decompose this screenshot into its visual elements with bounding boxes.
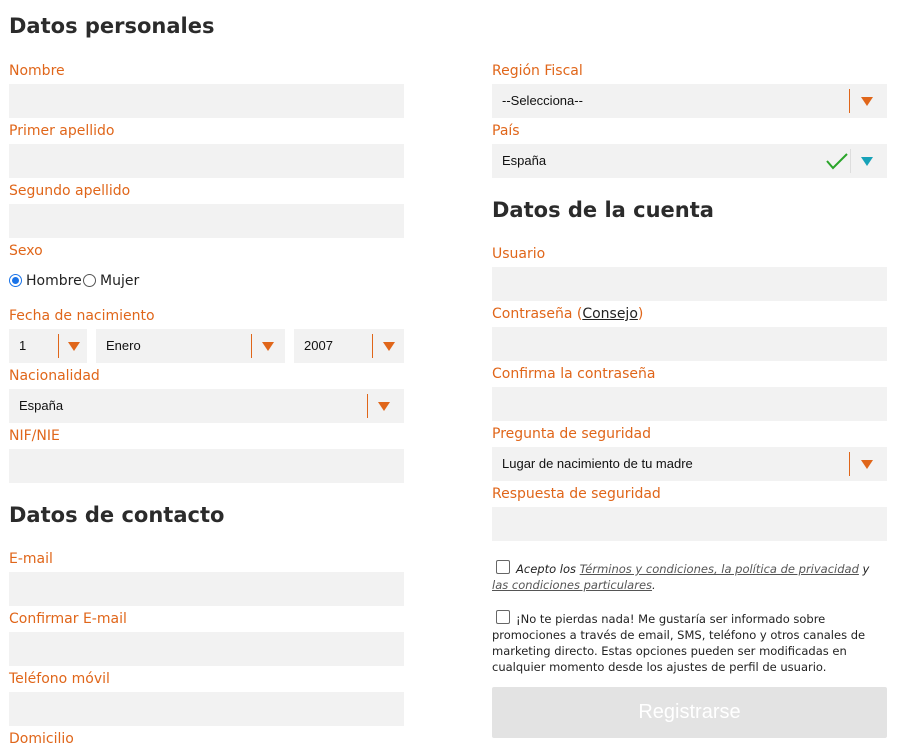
select-divider xyxy=(367,394,368,418)
select-divider xyxy=(58,334,59,358)
telefono-label: Teléfono móvil xyxy=(9,671,110,687)
select-divider xyxy=(251,334,252,358)
password-label-text: Contraseña ( xyxy=(492,306,583,322)
password-label: Contraseña (Consejo) xyxy=(492,306,643,322)
terms-acepto: Acepto los xyxy=(516,562,580,576)
telefono-input[interactable] xyxy=(9,692,404,726)
email-input[interactable] xyxy=(9,572,404,606)
mes-select[interactable]: Enero xyxy=(96,329,285,363)
anio-value: 2007 xyxy=(304,338,333,353)
select-divider xyxy=(850,149,851,173)
terms-link[interactable]: Términos y condiciones, la política de p… xyxy=(580,562,859,576)
terms-text: Acepto los Términos y condiciones, la po… xyxy=(492,561,882,593)
dia-select[interactable]: 1 xyxy=(9,329,87,363)
nif-label: NIF/NIE xyxy=(9,428,60,444)
pais-select[interactable]: España xyxy=(492,144,887,178)
select-divider xyxy=(849,452,850,476)
pais-label: País xyxy=(492,123,520,139)
respuesta-label: Respuesta de seguridad xyxy=(492,486,661,502)
email-confirm-label: Confirmar E-mail xyxy=(9,611,127,627)
apellido2-label: Segundo apellido xyxy=(9,183,131,199)
usuario-input[interactable] xyxy=(492,267,887,301)
select-divider xyxy=(372,334,373,358)
contact-heading: Datos de contacto xyxy=(9,503,225,527)
sexo-hombre-label[interactable]: Hombre xyxy=(26,273,82,289)
chevron-down-icon xyxy=(383,342,395,351)
chevron-down-icon xyxy=(378,402,390,411)
dia-value: 1 xyxy=(19,338,27,353)
pregunta-select[interactable]: Lugar de nacimiento de tu madre xyxy=(492,447,887,481)
respuesta-input[interactable] xyxy=(492,507,887,541)
password-confirm-input[interactable] xyxy=(492,387,887,421)
checkmark-icon xyxy=(826,153,848,170)
password-hint-link[interactable]: Consejo xyxy=(582,306,638,322)
chevron-down-icon xyxy=(262,342,274,351)
anio-select[interactable]: 2007 xyxy=(294,329,404,363)
conditions-link[interactable]: las condiciones particulares xyxy=(492,578,652,592)
sexo-mujer-label[interactable]: Mujer xyxy=(100,273,139,289)
mes-value: Enero xyxy=(106,338,141,353)
region-value: --Selecciona-- xyxy=(502,93,583,108)
nacionalidad-select[interactable]: España xyxy=(9,389,404,423)
terms-dot: . xyxy=(652,578,656,592)
pregunta-label: Pregunta de seguridad xyxy=(492,426,652,442)
email-label: E-mail xyxy=(9,551,53,567)
marketing-text: ¡No te pierdas nada! Me gustaría ser inf… xyxy=(492,612,866,674)
nombre-input[interactable] xyxy=(9,84,404,118)
password-label-close: ) xyxy=(637,306,644,322)
password-input[interactable] xyxy=(492,327,887,361)
register-button[interactable]: Registrarse xyxy=(492,687,887,738)
apellido1-label: Primer apellido xyxy=(9,123,115,139)
nacimiento-label: Fecha de nacimiento xyxy=(9,308,155,324)
nacionalidad-label: Nacionalidad xyxy=(9,368,100,384)
sexo-mujer-radio[interactable] xyxy=(83,274,96,287)
terms-y: y xyxy=(858,562,870,576)
chevron-down-icon xyxy=(68,342,80,351)
nif-input[interactable] xyxy=(9,449,404,483)
chevron-down-icon xyxy=(861,97,873,106)
chevron-down-icon xyxy=(861,460,873,469)
nacionalidad-value: España xyxy=(19,398,64,413)
apellido2-input[interactable] xyxy=(9,204,404,238)
sexo-label: Sexo xyxy=(9,243,43,259)
sexo-hombre-radio[interactable] xyxy=(9,274,22,287)
region-label: Región Fiscal xyxy=(492,63,583,79)
personal-heading: Datos personales xyxy=(9,14,215,38)
email-confirm-input[interactable] xyxy=(9,632,404,666)
account-heading: Datos de la cuenta xyxy=(492,198,714,222)
select-divider xyxy=(849,89,850,113)
usuario-label: Usuario xyxy=(492,246,546,262)
pregunta-value: Lugar de nacimiento de tu madre xyxy=(502,456,693,471)
chevron-down-icon xyxy=(861,157,873,166)
pais-value: España xyxy=(502,153,547,168)
apellido1-input[interactable] xyxy=(9,144,404,178)
nombre-label: Nombre xyxy=(9,63,65,79)
region-select[interactable]: --Selecciona-- xyxy=(492,84,887,118)
password-confirm-label: Confirma la contraseña xyxy=(492,366,656,382)
